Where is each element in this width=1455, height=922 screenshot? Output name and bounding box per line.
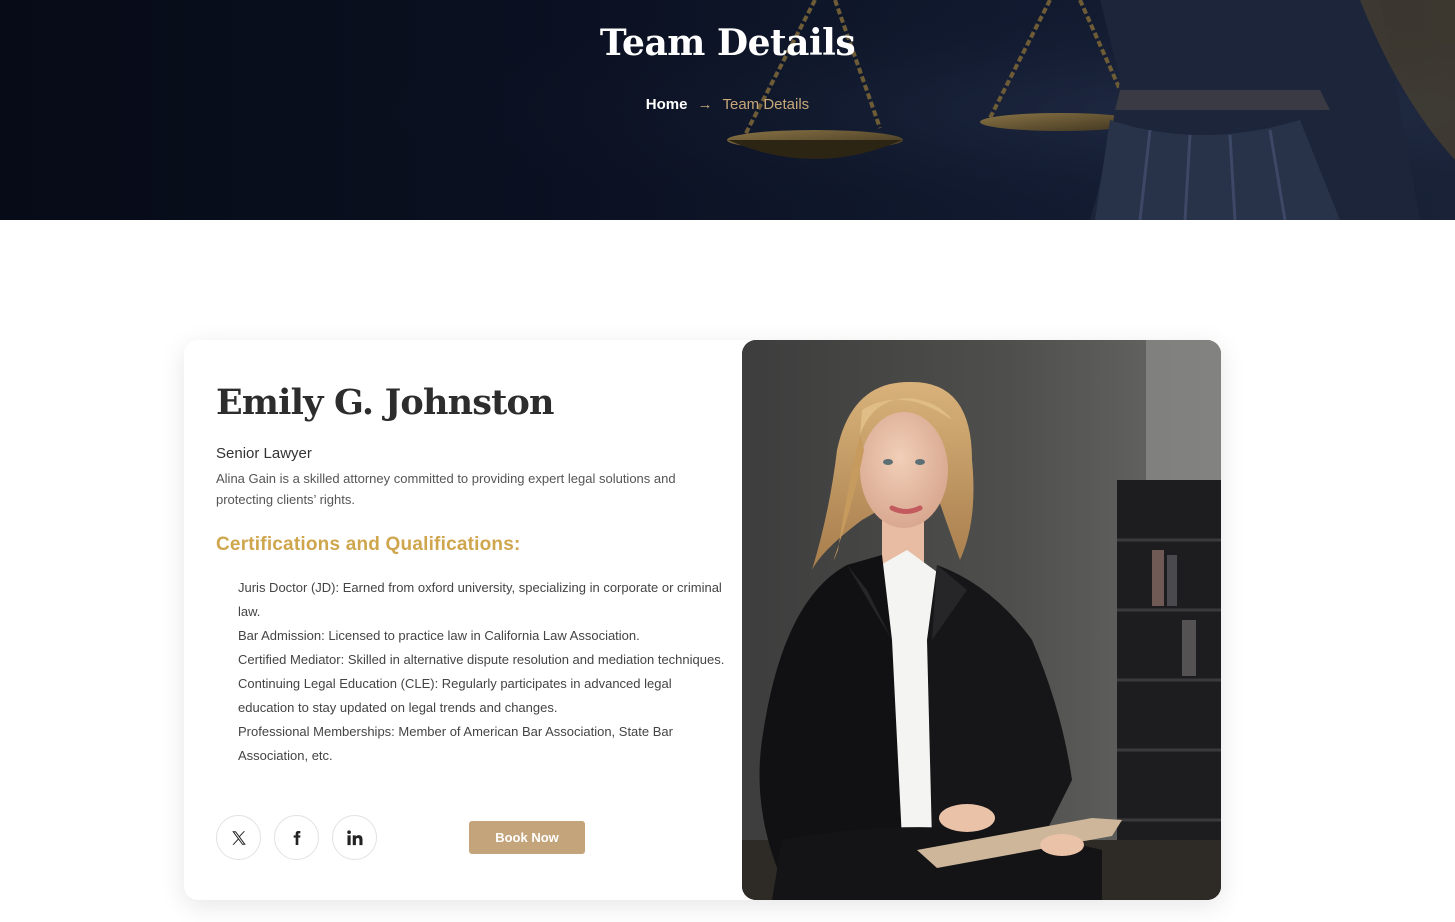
member-photo [742,340,1221,900]
member-role: Senior Lawyer [216,444,312,462]
social-links [216,815,377,860]
facebook-link-button[interactable] [274,815,319,860]
facebook-icon [293,830,300,845]
book-now-button[interactable]: Book Now [469,821,585,854]
certifications-heading: Certifications and Qualifications: [216,533,521,555]
list-item: Juris Doctor (JD): Earned from oxford un… [238,579,722,619]
page-hero: Team Details Home → Team Details [0,0,1455,220]
list-item: Continuing Legal Education (CLE): Regula… [238,675,672,715]
x-link-button[interactable] [216,815,261,860]
list-item: Certified Mediator: Skilled in alternati… [238,651,725,667]
linkedin-icon [346,829,362,845]
linkedin-link-button[interactable] [332,815,377,860]
list-item: Bar Admission: Licensed to practice law … [238,627,640,643]
list-item: Professional Memberships: Member of Amer… [238,723,673,763]
breadcrumb-home-link[interactable]: Home [646,96,688,113]
page-title: Team Details [599,22,856,64]
lawyer-portrait-image [742,340,1221,900]
member-name: Emily G. Johnston [216,382,555,423]
x-icon [231,830,246,845]
member-info: Emily G. Johnston Senior Lawyer Alina Ga… [216,382,726,768]
breadcrumb-current: Team Details [722,96,810,113]
member-bio: Alina Gain is a skilled attorney committ… [216,470,676,507]
certifications-list: Juris Doctor (JD): Earned from oxford un… [216,576,726,768]
arrow-right-icon: → [697,96,713,113]
breadcrumb: Home → Team Details [0,96,1455,113]
team-member-card: Emily G. Johnston Senior Lawyer Alina Ga… [184,340,1221,900]
